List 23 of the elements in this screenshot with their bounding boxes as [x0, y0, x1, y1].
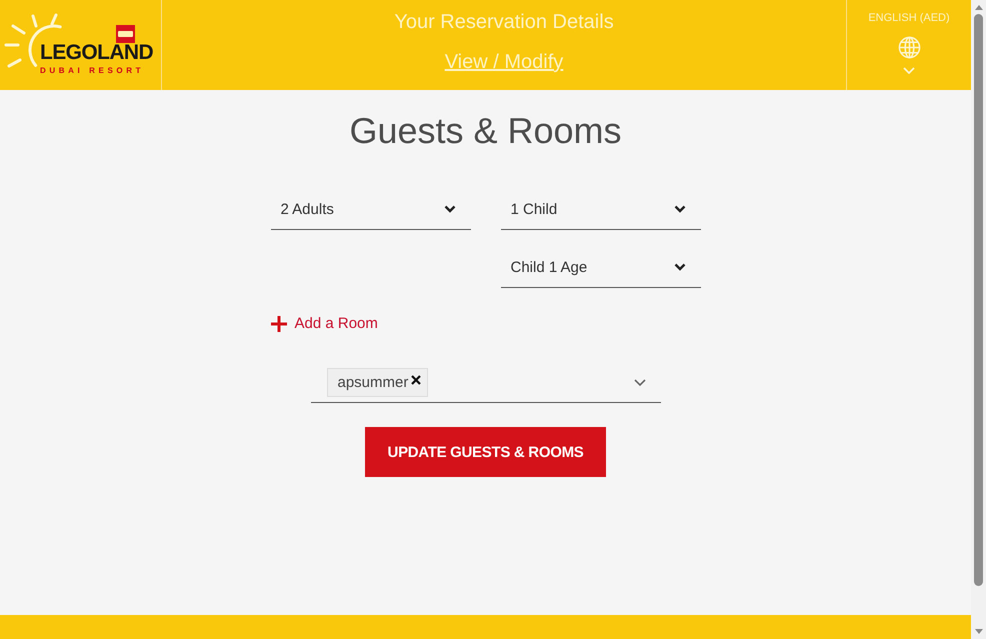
- child-age-select[interactable]: Child 1 Age: [500, 247, 700, 288]
- scroll-down-icon[interactable]: [974, 629, 982, 634]
- update-button[interactable]: UPDATE GUESTS & ROOMS: [365, 427, 606, 477]
- chevron-icon: [634, 379, 646, 386]
- brick-tile-icon: [116, 25, 135, 43]
- chevron-icon: [674, 205, 686, 213]
- promo-code-tag: apsummer: [326, 368, 428, 397]
- add-room-button[interactable]: Add a Room: [270, 314, 378, 334]
- chevron-icon: [444, 205, 456, 213]
- globe-icon: [898, 36, 920, 59]
- adults-select[interactable]: 2 Adults: [270, 189, 470, 230]
- page-heading: Guests & Rooms: [349, 109, 622, 153]
- children-select[interactable]: 1 Child: [500, 189, 700, 230]
- chevron-icon: [674, 263, 686, 271]
- remove-icon[interactable]: [411, 374, 422, 384]
- scrollbar-thumb[interactable]: [974, 14, 983, 586]
- scroll-up-icon[interactable]: [974, 5, 982, 10]
- promo-code-field[interactable]: apsummer: [310, 363, 660, 403]
- chevron-icon: [903, 67, 915, 74]
- reservation-title: Your Reservation Details: [394, 10, 614, 35]
- logo-wordmark: LEGOLAND: [40, 43, 154, 62]
- plus-icon: [270, 316, 286, 332]
- logo-tagline: DUBAI RESORT: [40, 66, 144, 75]
